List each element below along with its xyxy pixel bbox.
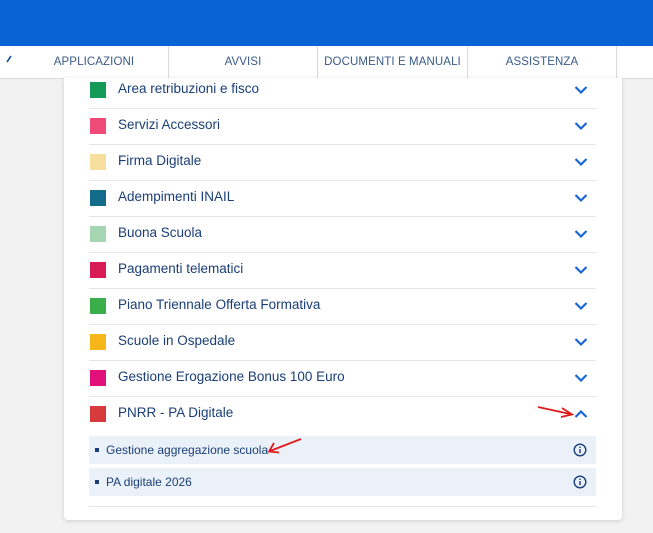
bullet-icon bbox=[95, 448, 99, 452]
chevron-down-icon[interactable] bbox=[574, 120, 588, 132]
subitem-label: Gestione aggregazione scuola bbox=[106, 443, 269, 457]
chevron-down-icon[interactable] bbox=[574, 264, 588, 276]
subitem-label: PA digitale 2026 bbox=[106, 475, 192, 489]
info-icon[interactable] bbox=[573, 475, 587, 489]
category-color-swatch bbox=[90, 298, 106, 314]
category-label: Area retribuzioni e fisco bbox=[118, 81, 260, 96]
category-label: PNRR - PA Digitale bbox=[118, 405, 234, 420]
chevron-down-icon[interactable] bbox=[574, 228, 588, 240]
chevron-down-icon[interactable] bbox=[574, 192, 588, 204]
top-header-bar bbox=[0, 0, 653, 46]
chevron-icon[interactable] bbox=[5, 52, 15, 66]
category-scuole-in-ospedale[interactable]: Scuole in Ospedale bbox=[89, 324, 596, 361]
category-bonus-100-euro[interactable]: Gestione Erogazione Bonus 100 Euro bbox=[89, 360, 596, 397]
chevron-down-icon[interactable] bbox=[574, 300, 588, 312]
subitem-pa-digitale-2026[interactable]: PA digitale 2026 bbox=[89, 468, 596, 496]
services-panel: Area retribuzioni e fisco Servizi Access… bbox=[64, 78, 622, 520]
category-color-swatch bbox=[90, 406, 106, 422]
chevron-down-icon[interactable] bbox=[574, 156, 588, 168]
bullet-icon bbox=[95, 480, 99, 484]
category-color-swatch bbox=[90, 334, 106, 350]
category-firma-digitale[interactable]: Firma Digitale bbox=[89, 144, 596, 181]
category-color-swatch bbox=[90, 190, 106, 206]
category-label: Scuole in Ospedale bbox=[118, 333, 236, 348]
category-piano-triennale[interactable]: Piano Triennale Offerta Formativa bbox=[89, 288, 596, 325]
category-label: Gestione Erogazione Bonus 100 Euro bbox=[118, 369, 345, 384]
red-arrow-annotation-icon bbox=[267, 438, 302, 454]
chevron-down-icon[interactable] bbox=[574, 336, 588, 348]
category-color-swatch bbox=[90, 226, 106, 242]
nav-divider bbox=[616, 46, 617, 78]
chevron-up-icon[interactable] bbox=[574, 408, 588, 420]
category-label: Adempimenti INAIL bbox=[118, 189, 235, 204]
info-icon[interactable] bbox=[573, 443, 587, 457]
list-bottom-divider bbox=[89, 506, 596, 507]
category-area-retribuzioni[interactable]: Area retribuzioni e fisco bbox=[89, 72, 596, 109]
category-color-swatch bbox=[90, 82, 106, 98]
category-servizi-accessori[interactable]: Servizi Accessori bbox=[89, 108, 596, 145]
chevron-down-icon[interactable] bbox=[574, 372, 588, 384]
category-label: Piano Triennale Offerta Formativa bbox=[118, 297, 321, 312]
category-label: Pagamenti telematici bbox=[118, 261, 244, 276]
category-label: Buona Scuola bbox=[118, 225, 203, 240]
category-label: Servizi Accessori bbox=[118, 117, 221, 132]
red-arrow-annotation-icon bbox=[537, 406, 575, 418]
category-color-swatch bbox=[90, 154, 106, 170]
category-color-swatch bbox=[90, 118, 106, 134]
category-pagamenti-telematici[interactable]: Pagamenti telematici bbox=[89, 252, 596, 289]
category-color-swatch bbox=[90, 262, 106, 278]
category-adempimenti-inail[interactable]: Adempimenti INAIL bbox=[89, 180, 596, 217]
category-label: Firma Digitale bbox=[118, 153, 202, 168]
category-color-swatch bbox=[90, 370, 106, 386]
category-buona-scuola[interactable]: Buona Scuola bbox=[89, 216, 596, 253]
subitem-gestione-aggregazione-scuola[interactable]: Gestione aggregazione scuola bbox=[89, 436, 596, 464]
category-pnrr-pa-digitale[interactable]: PNRR - PA Digitale bbox=[89, 396, 596, 432]
chevron-down-icon[interactable] bbox=[574, 84, 588, 96]
